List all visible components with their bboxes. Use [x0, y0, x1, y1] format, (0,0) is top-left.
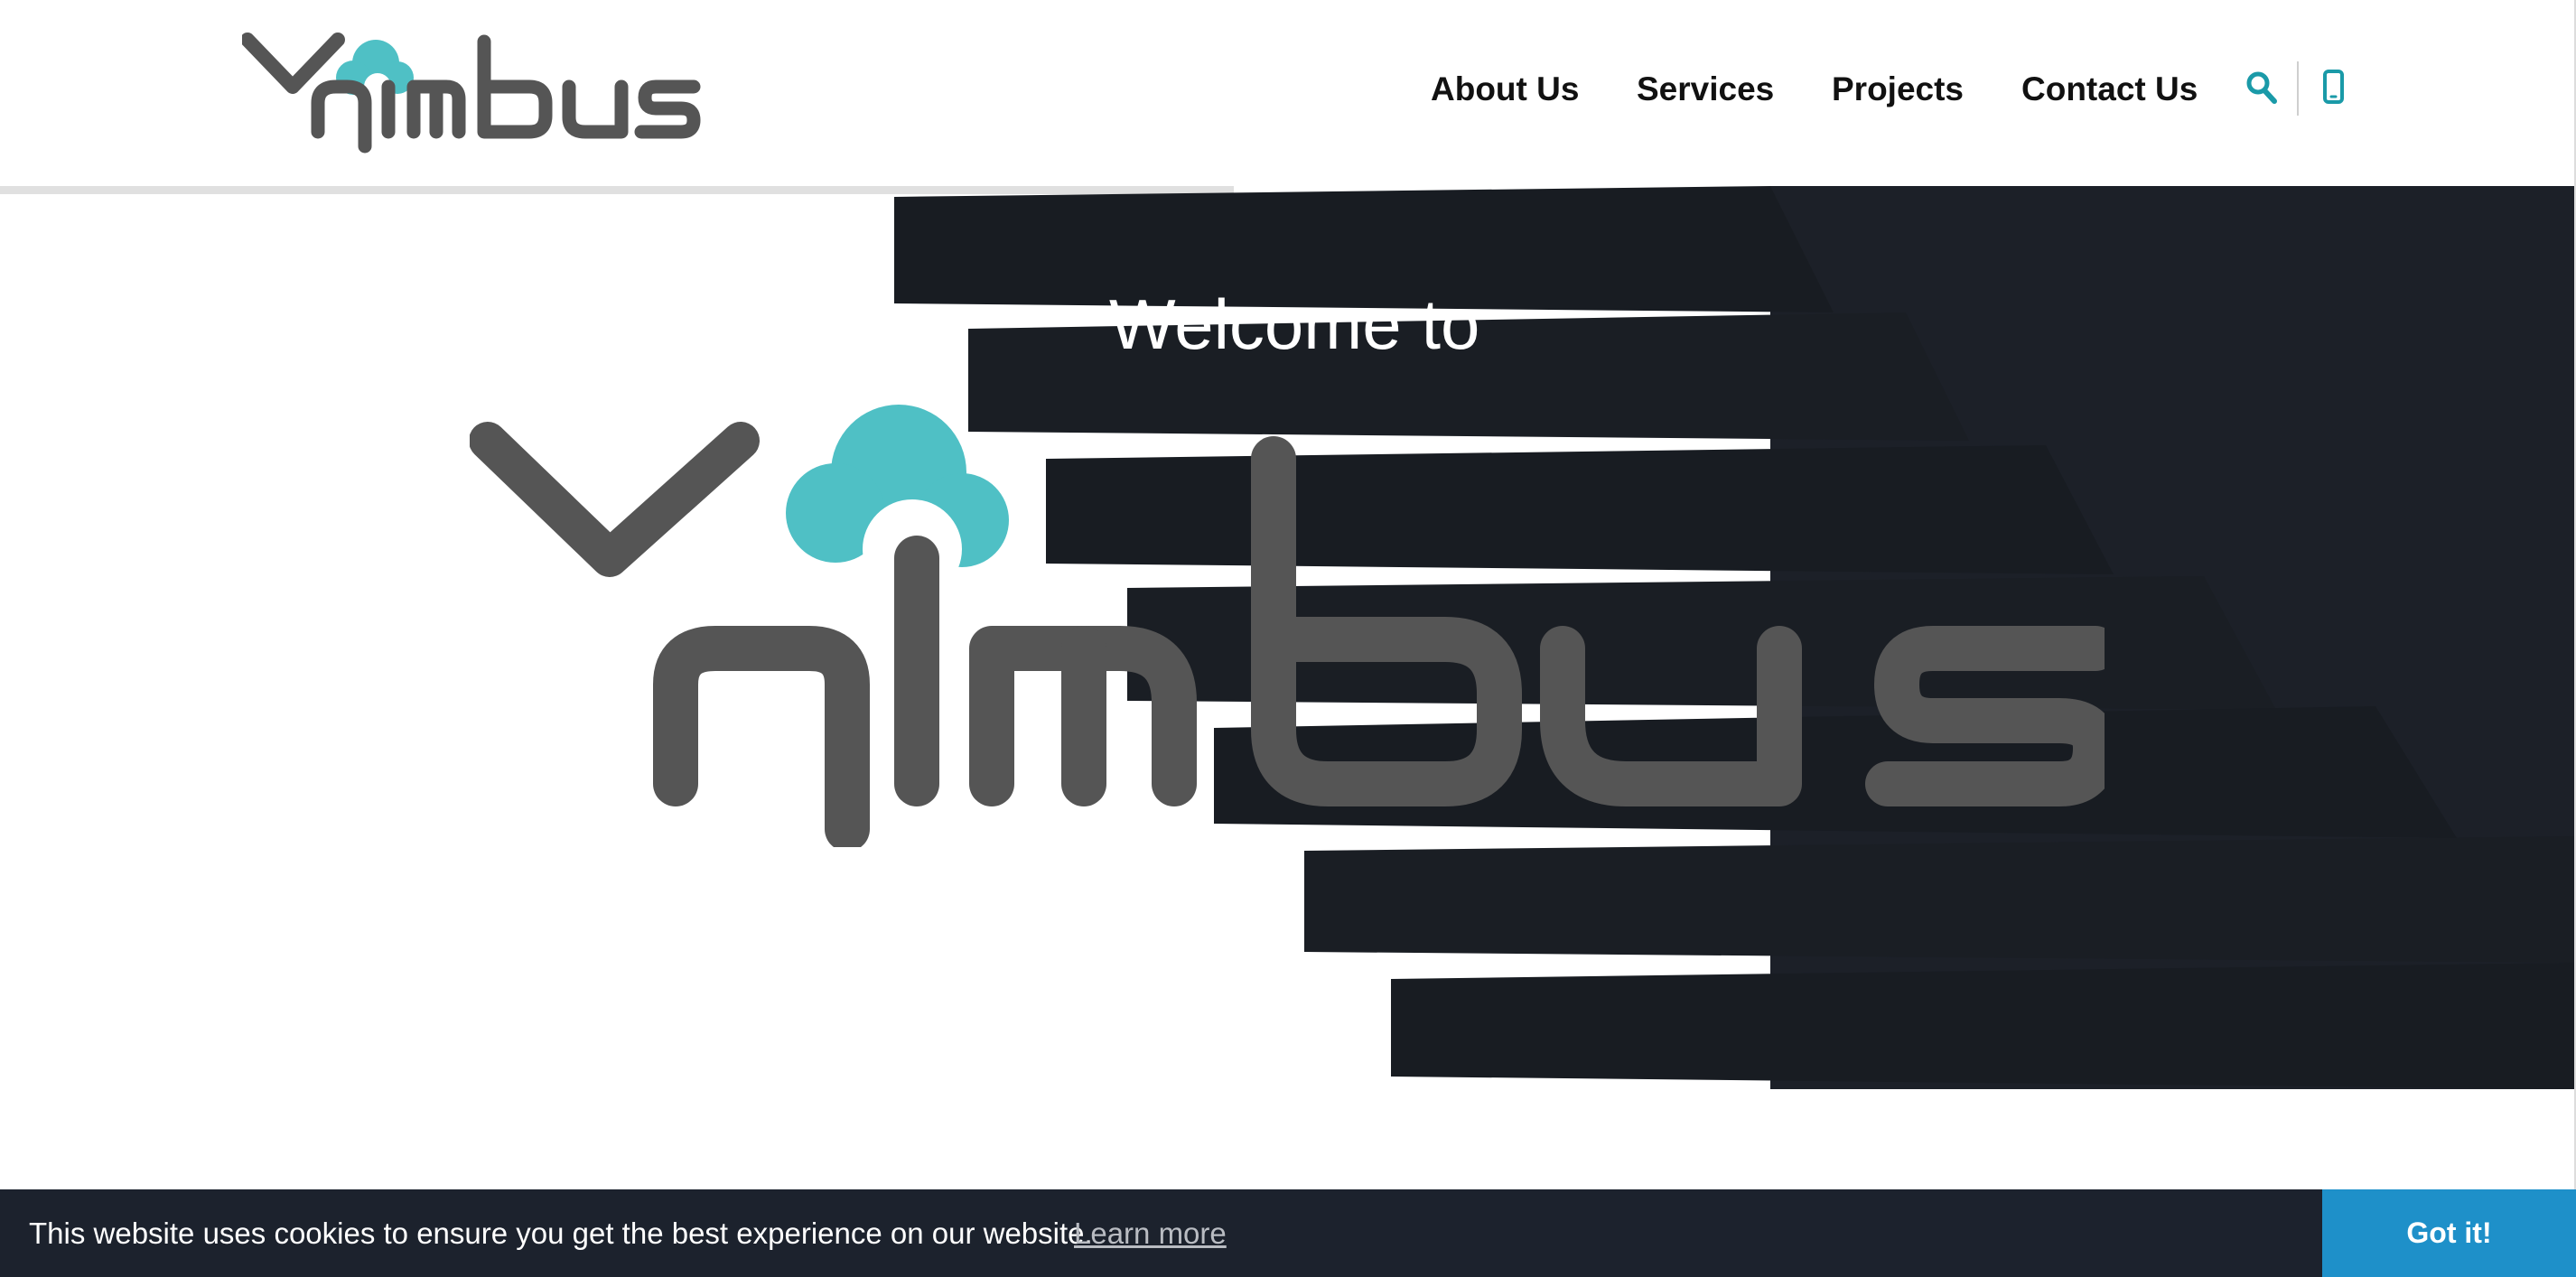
nav-contact-us[interactable]: Contact Us: [2021, 70, 2198, 108]
logo-v-letter: [242, 33, 345, 94]
hero-logo-v-letter: [470, 422, 760, 577]
cookie-accept-button[interactable]: Got it!: [2322, 1189, 2576, 1277]
hero-logo: [470, 405, 2105, 847]
hero-stripe: [1391, 963, 2576, 1089]
header-icon-divider: [2297, 61, 2299, 116]
header-logo[interactable]: [242, 31, 703, 154]
nav-services[interactable]: Services: [1637, 70, 1774, 108]
site-header: About Us Services Projects Contact Us: [0, 0, 2576, 186]
hero-welcome-text: Welcome to: [1109, 284, 1480, 364]
cookie-learn-more-link[interactable]: Learn more: [1074, 1216, 1227, 1251]
search-icon[interactable]: [2242, 69, 2282, 108]
nav-about-us[interactable]: About Us: [1431, 70, 1579, 108]
phone-icon[interactable]: [2314, 69, 2354, 108]
cookie-consent-bar: This website uses cookies to ensure you …: [0, 1189, 2576, 1277]
hero-stripe: [1304, 836, 2576, 963]
cookie-message: This website uses cookies to ensure you …: [29, 1216, 1093, 1250]
nav-projects[interactable]: Projects: [1832, 70, 1964, 108]
